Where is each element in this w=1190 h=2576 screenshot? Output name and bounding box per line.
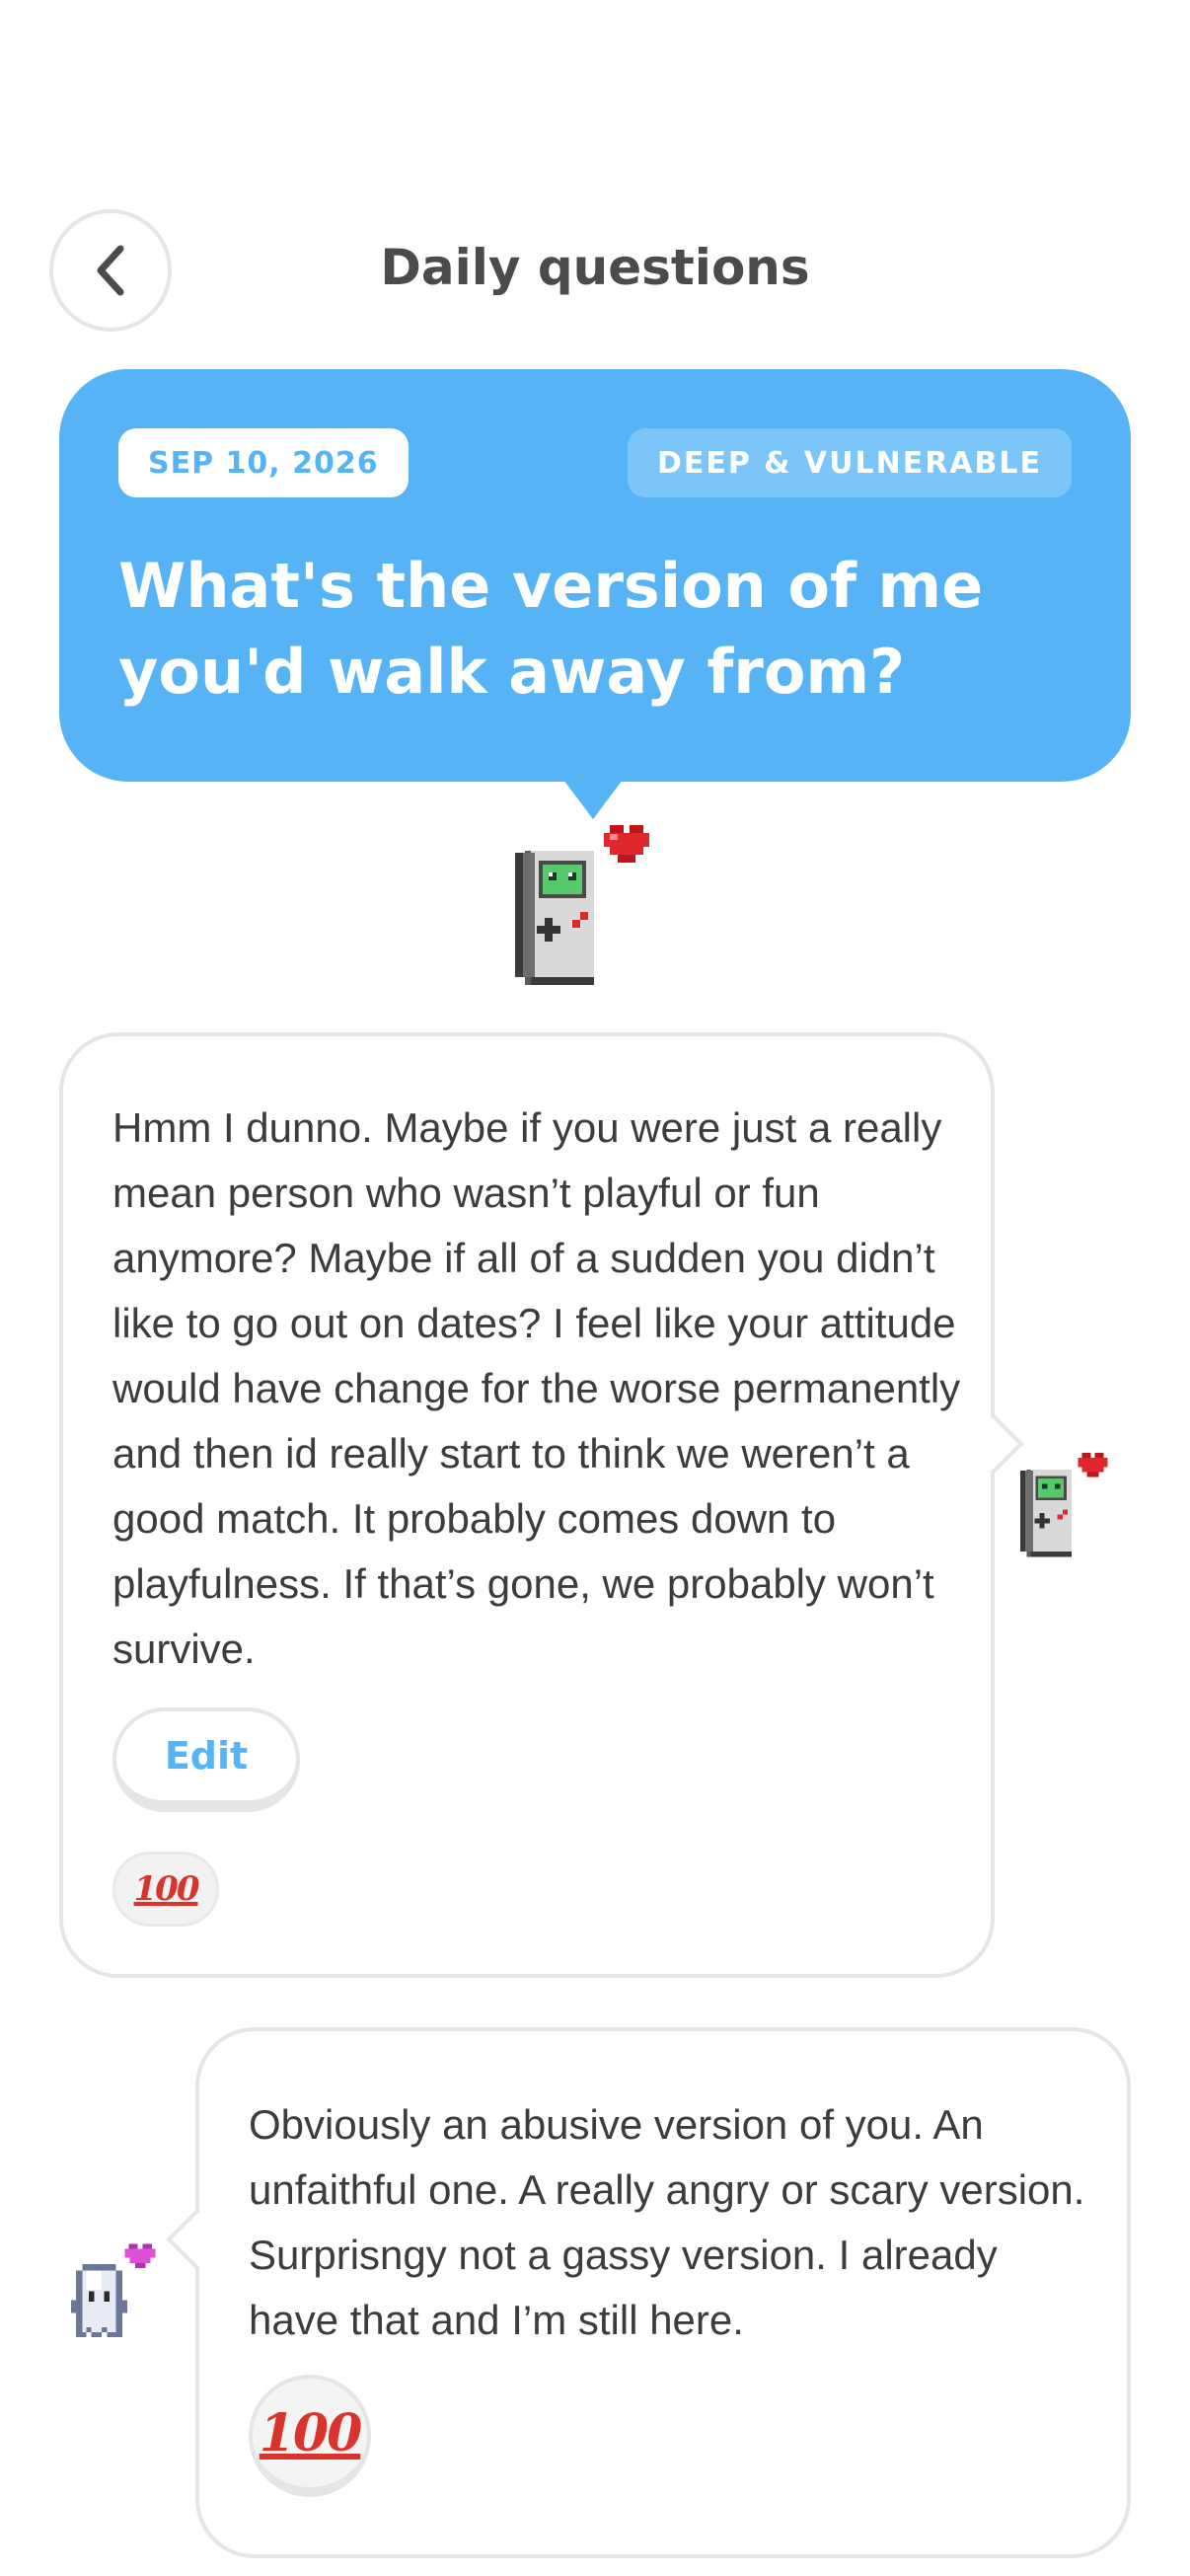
hundred-points-icon: 100 (133, 1869, 200, 1909)
edit-button[interactable]: Edit (112, 1707, 300, 1812)
category-badge: DEEP & VULNERABLE (627, 428, 1072, 497)
answer-bubble: Hmm I dunno. Maybe if you were just a re… (59, 1032, 1024, 1978)
question-card: SEP 10, 2026 DEEP & VULNERABLE What's th… (59, 369, 1131, 819)
question-bubble-tail (563, 780, 623, 819)
page-title: Daily questions (380, 239, 810, 296)
answer-text: Obviously an abusive version of you. An … (249, 2101, 1085, 2343)
date-badge: SEP 10, 2026 (118, 428, 409, 497)
hundred-points-icon: 100 (259, 2402, 363, 2463)
answer-bubble: Obviously an abusive version of you. An … (166, 2027, 1131, 2558)
gameboy-heart-icon (1020, 1453, 1123, 1559)
reaction-badge[interactable]: 100 (112, 1852, 219, 1927)
answer-text: Hmm I dunno. Maybe if you were just a re… (112, 1104, 961, 1672)
ghost-heart-icon (67, 2242, 170, 2345)
gameboy-heart-icon (515, 825, 673, 989)
reaction-button[interactable]: 100 (249, 2375, 371, 2497)
question-text: What's the version of me you'd walk away… (118, 550, 984, 708)
bubble-tail (965, 1414, 1024, 1474)
bubble-tail (166, 2210, 225, 2269)
